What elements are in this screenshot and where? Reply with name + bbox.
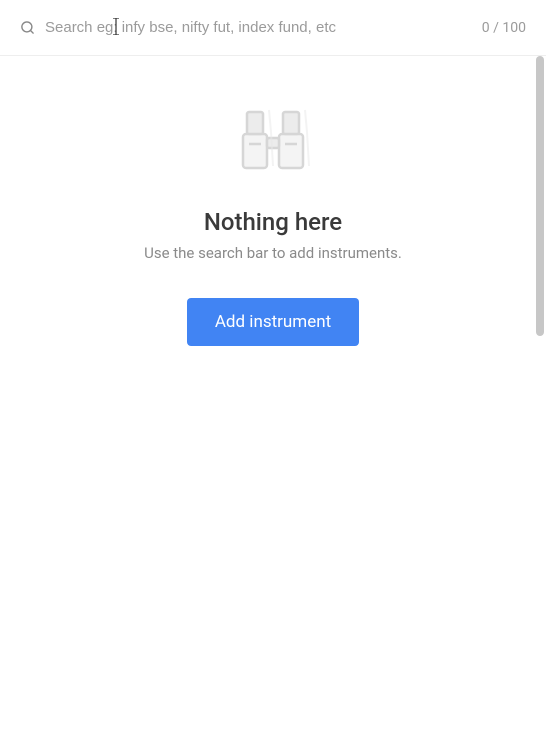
empty-state-title: Nothing here [204,208,342,236]
scrollbar[interactable] [536,56,544,356]
binoculars-icon [233,106,313,178]
search-bar: 0 / 100 [0,0,546,56]
search-icon [20,20,35,35]
empty-state: Nothing here Use the search bar to add i… [0,56,546,346]
watchlist-panel: 0 / 100 [0,0,546,750]
content-area: Nothing here Use the search bar to add i… [0,56,546,750]
empty-state-subtitle: Use the search bar to add instruments. [144,244,402,262]
search-input[interactable] [45,19,472,36]
add-instrument-button[interactable]: Add instrument [187,298,359,346]
instrument-counter: 0 / 100 [482,20,526,36]
scrollbar-thumb[interactable] [536,56,544,336]
